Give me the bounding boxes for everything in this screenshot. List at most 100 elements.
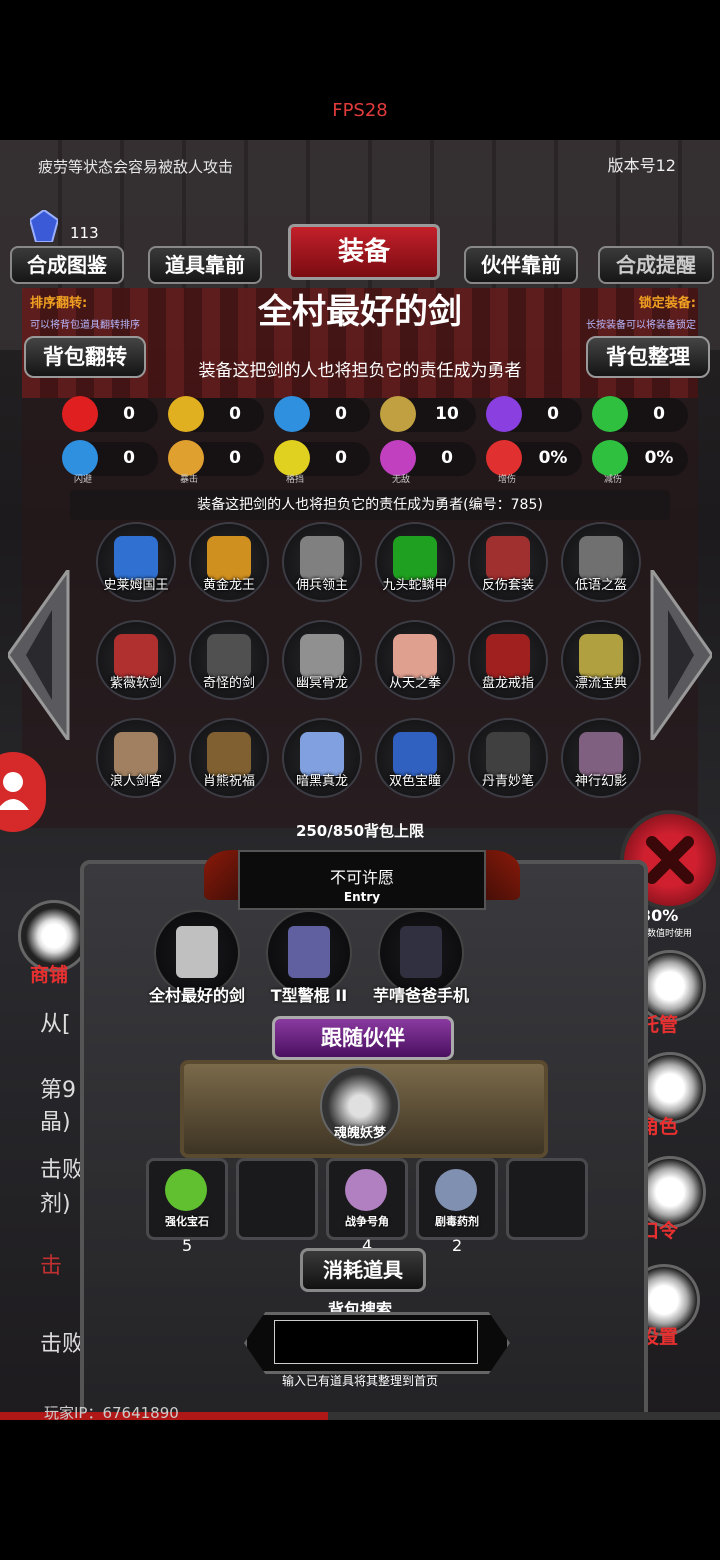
inventory-slot[interactable]: 九头蛇鳞甲: [375, 522, 455, 602]
tab-partners-first[interactable]: 伙伴靠前: [464, 246, 578, 284]
consumable-slot[interactable]: 战争号角: [326, 1158, 408, 1240]
stat-value: 0: [335, 448, 347, 468]
stat-label: 暴击: [180, 475, 199, 485]
tab-items-first[interactable]: 道具靠前: [148, 246, 262, 284]
tip-text: 疲劳等状态会容易被敌人攻击: [38, 158, 234, 176]
stat-chip: 0 格挡: [274, 440, 370, 485]
next-page-arrow[interactable]: [648, 570, 712, 740]
inventory-slot[interactable]: 佣兵领主: [282, 522, 362, 602]
stat-chip: 10: [380, 396, 476, 432]
stat-chip: 0% 减伤: [592, 440, 688, 485]
consumable-slot[interactable]: [236, 1158, 318, 1240]
inventory-slot[interactable]: 反伤套装: [468, 522, 548, 602]
tab-synthesis-reminder[interactable]: 合成提醒: [598, 246, 714, 284]
inventory-slot[interactable]: 暗黑真龙: [282, 718, 362, 798]
strength-icon: [168, 396, 204, 432]
clover-icon: [592, 396, 628, 432]
inventory-item-name: 丹青妙笔: [481, 774, 534, 789]
inventory-slot[interactable]: 紫薇软剑: [96, 620, 176, 700]
stat-chip: 0 闪避: [62, 440, 158, 485]
inventory-item-name: 幽冥骨龙: [295, 676, 348, 691]
flip-bag-button[interactable]: 背包翻转: [24, 336, 146, 378]
stat-value: 0: [229, 448, 241, 468]
prev-page-arrow[interactable]: [8, 570, 72, 740]
consumable-slot[interactable]: [506, 1158, 588, 1240]
sort-label: 排序翻转:: [30, 296, 88, 311]
consumable-art: [165, 1169, 207, 1211]
lock-label: 锁定装备:: [638, 296, 696, 311]
inventory-item-name: 史莱姆国王: [103, 578, 169, 593]
shop-label: 商铺: [30, 964, 69, 986]
inventory-slot[interactable]: 奇怪的剑: [189, 620, 269, 700]
gem-count: 113: [70, 224, 99, 242]
fps-counter: FPS28: [332, 100, 388, 121]
inventory-item-name: 紫薇软剑: [109, 676, 162, 691]
bg-text: 剂): [40, 1192, 71, 1217]
gem-icon: [30, 210, 58, 242]
stat-chip: 0% 增伤: [486, 440, 582, 485]
companion-banner: 跟随伙伴: [272, 1016, 454, 1060]
inventory-slot[interactable]: 低语之盔: [561, 522, 641, 602]
block-icon: [274, 440, 310, 476]
inventory-slot[interactable]: 丹青妙笔: [468, 718, 548, 798]
consumable-count: 5: [182, 1236, 193, 1255]
companion-name: 魂魄妖梦: [333, 1126, 386, 1141]
inventory-slot[interactable]: 双色宝瞳: [375, 718, 455, 798]
consumable-slot[interactable]: 剧毒药剂: [416, 1158, 498, 1240]
stat-chip: 0 暴击: [168, 440, 264, 485]
inventory-item-name: 黄金龙王: [202, 578, 255, 593]
invincible-icon: [380, 440, 416, 476]
stat-value: 0: [653, 404, 665, 424]
tab-synthesis-guide[interactable]: 合成图鉴: [10, 246, 124, 284]
bg-text: 晶): [40, 1110, 71, 1135]
equipped-art: [288, 926, 330, 978]
user-avatar-button[interactable]: [0, 752, 46, 832]
version-label: 版本号12: [607, 156, 676, 175]
inventory-slot[interactable]: 盘龙戒指: [468, 620, 548, 700]
inventory-item-name: 浪人剑客: [109, 774, 162, 789]
inventory-item-name: 盘龙戒指: [481, 676, 534, 691]
stat-chip: 0: [486, 396, 582, 432]
inventory-item-name: 九头蛇鳞甲: [382, 578, 448, 593]
bg-text: 第9: [40, 1078, 76, 1103]
inventory-slot[interactable]: 肖熊祝福: [189, 718, 269, 798]
bg-text: 从[: [40, 1012, 71, 1037]
inventory-slot[interactable]: 黄金龙王: [189, 522, 269, 602]
sort-hint: 可以将背包道具翻转排序: [30, 320, 140, 331]
item-description: 装备这把剑的人也将担负它的责任成为勇者: [198, 361, 522, 381]
stat-chip: 0 无敌: [380, 440, 476, 485]
inventory-slot[interactable]: 从天之拳: [375, 620, 455, 700]
inventory-item-name: 奇怪的剑: [202, 676, 255, 691]
stat-value: 0%: [538, 448, 568, 468]
shoe-icon: [274, 396, 310, 432]
inventory-slot[interactable]: 神行幻影: [561, 718, 641, 798]
inventory-slot[interactable]: 浪人剑客: [96, 718, 176, 798]
inventory-item-name: 佣兵领主: [295, 578, 348, 593]
equipped-slot[interactable]: 芋啨爸爸手机: [373, 910, 469, 1005]
stat-value: 0: [335, 404, 347, 424]
inventory-slot[interactable]: 幽冥骨龙: [282, 620, 362, 700]
inventory-item-name: 漂流宝典: [574, 676, 627, 691]
inventory-item-name: 肖熊祝福: [202, 774, 255, 789]
stat-value: 0: [123, 448, 135, 468]
stat-value: 0: [441, 448, 453, 468]
stat-chip: 0: [592, 396, 688, 432]
consumable-name: 剧毒药剂: [435, 1215, 479, 1228]
equipped-art: [176, 926, 218, 978]
stat-label: 减伤: [604, 475, 623, 485]
search-input[interactable]: [274, 1320, 478, 1364]
wish-box[interactable]: 不可许愿 Entry: [238, 850, 486, 910]
consumable-slot[interactable]: 强化宝石: [146, 1158, 228, 1240]
inventory-slot[interactable]: 史莱姆国王: [96, 522, 176, 602]
arrange-bag-button[interactable]: 背包整理: [586, 336, 710, 378]
consumables-banner: 消耗道具: [300, 1248, 426, 1292]
dodge-icon: [62, 440, 98, 476]
inventory-item-name: 从天之拳: [388, 676, 441, 691]
equipped-item-name: 芋啨爸爸手机: [372, 986, 469, 1005]
lock-hint: 长按装备可以将装备锁定: [586, 320, 696, 331]
inventory-slot[interactable]: 漂流宝典: [561, 620, 641, 700]
item-name: 全村最好的剑: [258, 292, 462, 332]
bow-icon: [380, 396, 416, 432]
damage-down-icon: [592, 440, 628, 476]
stat-chip: 0: [274, 396, 370, 432]
